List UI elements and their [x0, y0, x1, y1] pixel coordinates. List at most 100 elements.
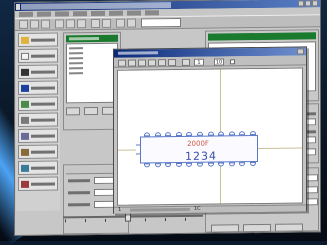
chip-pin-top — [186, 131, 193, 136]
chip-pin-top — [250, 131, 256, 136]
grid-field[interactable]: 10 — [214, 58, 224, 66]
menu-item[interactable] — [55, 11, 69, 17]
slider-tick — [185, 217, 186, 221]
folder-icon — [21, 36, 29, 44]
chip-pin-top — [239, 131, 246, 136]
chip-pin-bottom — [175, 162, 182, 168]
chip-pin-top — [207, 131, 214, 136]
circle-tool-icon[interactable] — [158, 59, 166, 67]
list-item[interactable] — [69, 52, 83, 55]
menu-item[interactable] — [109, 10, 123, 16]
menu-item[interactable] — [73, 11, 87, 17]
chip-pin-top — [218, 131, 225, 136]
nav-item-print[interactable] — [18, 144, 58, 159]
list-button[interactable] — [66, 107, 80, 116]
toolbar-combo[interactable] — [141, 17, 181, 28]
list-item[interactable] — [69, 72, 83, 75]
open-icon[interactable] — [30, 19, 39, 29]
chip-pin-top — [144, 132, 150, 137]
nav-label — [31, 102, 55, 106]
chip-pin-bottom — [144, 163, 150, 168]
list-button[interactable] — [84, 106, 98, 116]
nav-item-file[interactable] — [18, 32, 58, 47]
cut-icon[interactable] — [55, 19, 64, 29]
pin-tool-icon[interactable] — [182, 58, 190, 66]
editor-title — [118, 51, 158, 55]
slider-tick — [65, 219, 66, 223]
line-tool-icon[interactable] — [168, 59, 176, 67]
zoom-out-icon[interactable] — [138, 59, 146, 67]
zoom-in-icon[interactable] — [128, 59, 136, 67]
maximize-button[interactable] — [305, 0, 311, 7]
nav-item-layers[interactable] — [18, 96, 58, 111]
footer-button[interactable] — [275, 223, 303, 232]
snap-checkbox[interactable] — [230, 59, 235, 65]
list-item[interactable] — [69, 47, 83, 50]
list-panel-title — [69, 36, 99, 41]
nav-label — [31, 150, 55, 154]
top-pin-row — [118, 68, 302, 70]
chip-pin-top — [154, 132, 161, 137]
menu-item[interactable] — [145, 10, 159, 16]
grid-icon — [21, 116, 29, 124]
close-button[interactable] — [312, 0, 318, 7]
help-icon[interactable] — [127, 18, 136, 28]
footer-button[interactable] — [243, 223, 271, 233]
save-icon[interactable] — [41, 19, 50, 29]
document-icon — [21, 52, 29, 60]
nav-item-grid[interactable] — [18, 112, 58, 127]
help-icon — [21, 180, 29, 188]
print-icon[interactable] — [116, 18, 125, 28]
menu-item[interactable] — [91, 10, 105, 17]
application-window: 1 10 2000F 1234 1 1C — [14, 0, 321, 237]
chip-pin-bottom — [186, 162, 193, 167]
chip-pin-bottom — [154, 163, 161, 168]
menu-item[interactable] — [37, 11, 51, 17]
layer-icon — [21, 100, 29, 108]
select-tool-icon[interactable] — [118, 59, 126, 67]
slider-tick — [145, 218, 146, 222]
letter-a-icon — [21, 84, 29, 92]
footer-button[interactable] — [211, 224, 239, 233]
nav-item-library[interactable] — [18, 160, 58, 175]
chip-pin-top — [175, 131, 182, 137]
nav-label — [31, 86, 55, 90]
menu-item[interactable] — [19, 11, 33, 17]
undo-icon[interactable] — [91, 18, 100, 29]
slider-tick — [85, 219, 86, 223]
nav-item-help[interactable] — [18, 176, 58, 191]
list-item[interactable] — [69, 62, 83, 65]
copy-icon[interactable] — [66, 19, 75, 29]
rectangle-tool-icon[interactable] — [148, 59, 156, 67]
minimize-button[interactable] — [298, 0, 304, 7]
right-panel-header — [208, 32, 316, 41]
part-number: 1234 — [185, 149, 217, 163]
list-item[interactable] — [69, 57, 83, 60]
slider-tick — [165, 218, 166, 222]
nav-item-settings[interactable] — [18, 128, 58, 143]
nav-item-parts[interactable] — [18, 64, 58, 79]
status-right: 1C — [194, 205, 201, 212]
left-navigation — [16, 30, 60, 211]
file-list[interactable] — [66, 42, 118, 104]
menu-item[interactable] — [127, 10, 141, 16]
nav-item-text[interactable] — [18, 80, 58, 95]
nav-label — [31, 118, 55, 122]
chip-pin-bottom — [165, 163, 172, 168]
editor-close-button[interactable] — [297, 48, 304, 55]
scale-field[interactable]: 1 — [194, 58, 204, 66]
chip-pin-bottom — [197, 162, 203, 167]
paste-icon[interactable] — [77, 19, 86, 29]
zoom-slider-track[interactable] — [63, 214, 203, 219]
list-item[interactable] — [69, 67, 83, 70]
redo-icon[interactable] — [102, 18, 111, 28]
new-icon[interactable] — [19, 19, 28, 29]
chip-pin-top — [228, 131, 235, 136]
drawing-canvas[interactable]: 2000F 1234 — [117, 67, 303, 206]
chip-pin-bottom — [250, 162, 256, 167]
nav-label — [31, 166, 55, 170]
property-label — [68, 191, 90, 195]
bottom-pin-row — [118, 68, 302, 70]
nav-label — [31, 38, 55, 42]
nav-item-document[interactable] — [18, 48, 58, 63]
